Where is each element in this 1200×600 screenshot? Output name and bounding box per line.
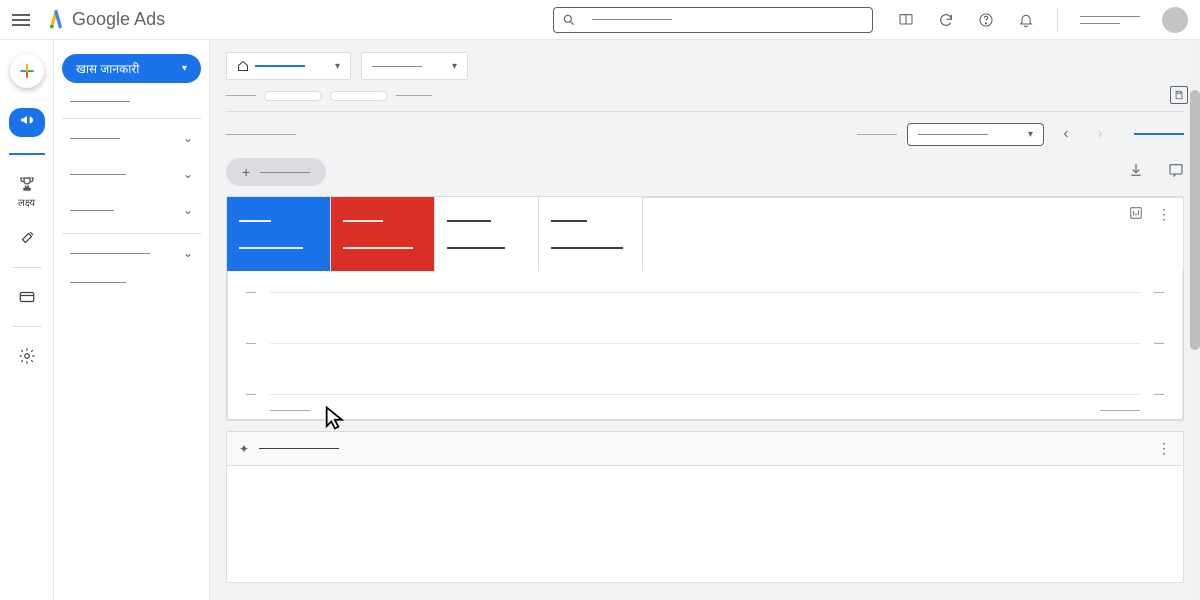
caret-down-icon: ▾	[1028, 129, 1033, 140]
create-button[interactable]	[10, 54, 44, 88]
rail-admin[interactable]	[18, 347, 36, 365]
chart-settings-icon[interactable]	[1129, 206, 1143, 225]
axis-label-end	[1100, 410, 1140, 411]
rail-goals-label: लक्ष्य	[18, 195, 35, 209]
add-button[interactable]: +	[226, 158, 326, 186]
chevron-down-icon: ⌄	[183, 167, 193, 181]
feedback-icon[interactable]	[1168, 162, 1184, 183]
compare-label	[857, 134, 897, 135]
kebab-icon[interactable]: ⋮	[1157, 206, 1171, 223]
scrollbar-thumb[interactable]	[1190, 90, 1200, 350]
metric-card-3[interactable]	[435, 197, 539, 271]
chevron-down-icon: ▾	[182, 63, 187, 74]
axis-tick: —	[1140, 389, 1164, 400]
megaphone-icon	[19, 112, 35, 128]
logo-text: Google Ads	[72, 9, 165, 30]
axis-tick: —	[1140, 338, 1164, 349]
caret-down-icon: ▾	[452, 61, 457, 72]
axis-tick: —	[246, 338, 270, 349]
appearance-icon[interactable]	[897, 11, 915, 29]
logo[interactable]: Google Ads	[46, 9, 165, 30]
sidebar-item-4[interactable]: ⌄	[62, 197, 201, 223]
scrollbar-track[interactable]	[1190, 40, 1200, 600]
content: ▾ ▾ ▾	[210, 40, 1200, 600]
download-icon[interactable]	[1128, 162, 1144, 183]
caret-down-icon: ▾	[335, 61, 340, 72]
sidebar-item-3[interactable]: ⌄	[62, 161, 201, 187]
metric-card-4[interactable]	[539, 197, 643, 271]
notifications-icon[interactable]	[1017, 11, 1035, 29]
rail-campaigns[interactable]	[9, 108, 45, 155]
gear-icon	[18, 347, 36, 365]
axis-tick: —	[1140, 287, 1164, 298]
add-row: +	[226, 158, 1184, 186]
avatar[interactable]	[1162, 7, 1188, 33]
icon-rail: लक्ष्य	[0, 40, 54, 600]
home-icon	[237, 60, 249, 72]
plus-icon	[18, 62, 36, 80]
search-icon	[562, 13, 576, 27]
app-header: Google Ads	[0, 0, 1200, 40]
account-label[interactable]	[1080, 16, 1140, 24]
filter-chip-1[interactable]	[264, 91, 322, 101]
trophy-icon	[18, 175, 36, 193]
rail-billing[interactable]	[18, 288, 36, 306]
header-actions	[897, 7, 1188, 33]
page-title-placeholder	[226, 134, 296, 135]
sidebar-item-5[interactable]: ⌄	[62, 240, 201, 266]
refresh-icon[interactable]	[937, 11, 955, 29]
secondary-dropdown[interactable]: ▾	[361, 52, 468, 80]
filter-row	[226, 90, 1184, 112]
search-input[interactable]	[553, 7, 873, 33]
filter-label	[226, 90, 256, 101]
menu-icon[interactable]	[12, 11, 30, 29]
filter-chip-2[interactable]	[330, 91, 388, 101]
google-ads-icon	[46, 10, 66, 30]
chevron-down-icon: ⌄	[183, 203, 193, 217]
wrench-icon	[18, 229, 36, 247]
sparkle-icon: ✦	[239, 442, 249, 456]
sidebar-item-2[interactable]: ⌄	[62, 125, 201, 151]
insights-card: ✦ ⋮	[226, 431, 1184, 583]
metric-card-1[interactable]	[227, 197, 331, 271]
axis-tick: —	[246, 389, 270, 400]
control-row: ▾	[226, 122, 1184, 146]
help-icon[interactable]	[977, 11, 995, 29]
metric-card-2[interactable]	[331, 197, 435, 271]
filter-text	[396, 90, 432, 101]
chevron-down-icon: ⌄	[183, 246, 193, 260]
toolbar: ▾ ▾	[226, 52, 1184, 80]
axis-tick: —	[246, 287, 270, 298]
metric-cards: ⋮	[227, 197, 1183, 271]
prev-button[interactable]	[1054, 122, 1078, 146]
date-range-dropdown[interactable]: ▾	[907, 123, 1044, 146]
chevron-down-icon: ⌄	[183, 131, 193, 145]
view-toggle[interactable]	[1134, 133, 1184, 135]
scope-dropdown[interactable]: ▾	[226, 52, 351, 80]
rail-goals[interactable]: लक्ष्य	[18, 175, 36, 209]
next-button[interactable]	[1088, 122, 1112, 146]
axis-label-start	[270, 410, 310, 411]
sidebar: खास जानकारी ▾ ⌄ ⌄ ⌄ ⌄	[54, 40, 210, 600]
overview-label: खास जानकारी	[76, 60, 139, 77]
chart: — — — — — —	[227, 271, 1183, 420]
card-icon	[18, 288, 36, 306]
kebab-icon[interactable]: ⋮	[1157, 440, 1171, 457]
rail-tools[interactable]	[18, 229, 36, 247]
sidebar-item-6[interactable]	[62, 276, 201, 289]
save-icon[interactable]	[1170, 86, 1188, 104]
insights-title	[259, 448, 339, 449]
sidebar-item-1[interactable]	[62, 95, 201, 108]
overview-button[interactable]: खास जानकारी ▾	[62, 54, 201, 83]
plus-icon: +	[242, 164, 250, 180]
